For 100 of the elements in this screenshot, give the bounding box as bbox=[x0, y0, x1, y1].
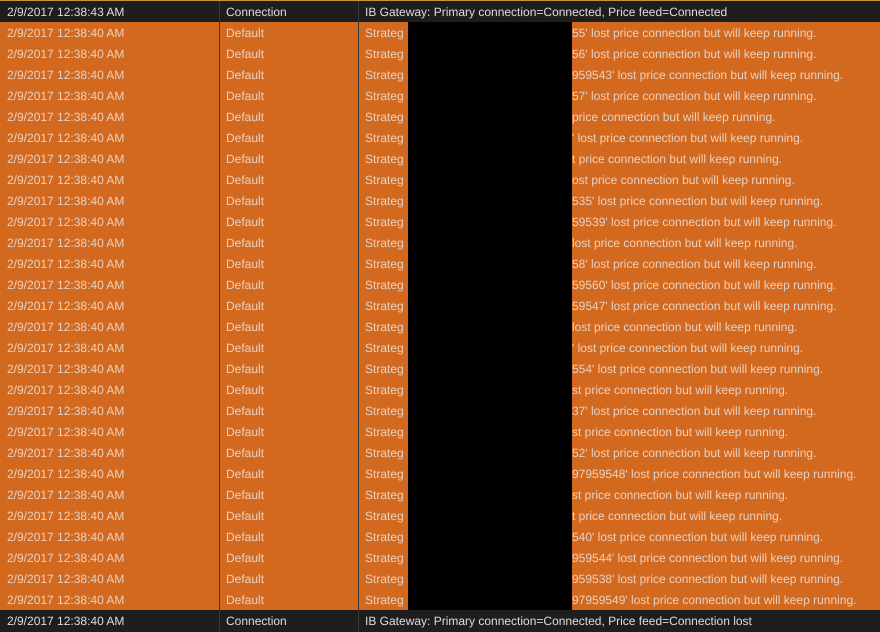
time-cell-text: 2/9/2017 12:38:40 AM bbox=[7, 592, 124, 608]
log-row[interactable]: 2/9/2017 12:38:40 AM Default Strateg 37' lost price connection but will keep running. bbox=[0, 400, 880, 421]
log-row[interactable]: 2/9/2017 12:38:40 AM Default Strateg 959544' lost price connection but will keep running. bbox=[0, 547, 880, 568]
log-row[interactable]: 2/9/2017 12:38:40 AM Default Strateg 52' lost price connection but will keep running. bbox=[0, 442, 880, 463]
message-cell-text: Strateg bbox=[365, 424, 405, 440]
time-cell-text: 2/9/2017 12:38:40 AM bbox=[7, 570, 124, 588]
message-cell-text: 540' lost price connection but will keep running. bbox=[572, 528, 824, 546]
time-cell-text: 2/9/2017 12:38:40 AM bbox=[7, 444, 124, 462]
message-cell-text: Strateg bbox=[365, 444, 405, 462]
message-cell-text: Strateg bbox=[365, 192, 405, 210]
message-cell-text: Strateg bbox=[365, 592, 405, 608]
message-cell-text: Strateg bbox=[365, 402, 405, 420]
category-cell-text: Default bbox=[226, 318, 264, 336]
message-cell-text: ' lost price connection but will keep running. bbox=[572, 340, 804, 356]
category-cell-text: Default bbox=[226, 528, 264, 546]
message-cell-text: Strateg bbox=[365, 108, 405, 126]
message-cell-text: 37' lost price connection but will keep running. bbox=[572, 402, 816, 420]
log-row[interactable]: 2/9/2017 12:38:40 AM Default Strateg st price connection but will keep running. bbox=[0, 484, 880, 505]
log-row[interactable]: 2/9/2017 12:38:40 AM Default Strateg 58' lost price connection but will keep running. bbox=[0, 253, 880, 274]
time-cell-text: 2/9/2017 12:38:40 AM bbox=[7, 340, 124, 356]
category-cell-text: Default bbox=[226, 570, 264, 588]
log-row[interactable]: 2/9/2017 12:38:40 AM Default Strateg ' lost price connection but will keep running. bbox=[0, 337, 880, 358]
message-cell-text: 554' lost price connection but will keep running. bbox=[572, 360, 824, 378]
message-cell-text: Strateg bbox=[365, 256, 405, 272]
time-cell-text: 2/9/2017 12:38:40 AM bbox=[7, 24, 124, 42]
message-cell-text: 959538' lost price connection but will keep running. bbox=[572, 570, 844, 588]
time-cell-text: 2/9/2017 12:38:40 AM bbox=[7, 382, 124, 398]
category-cell-text: Default bbox=[226, 424, 264, 440]
log-row[interactable]: 2/9/2017 12:38:40 AM Default Strateg 540' lost price connection but will keep running. bbox=[0, 526, 880, 547]
category-cell-text: Default bbox=[226, 360, 264, 378]
log-row[interactable]: 2/9/2017 12:38:40 AM Default Strateg 59539' lost price connection but will keep running. bbox=[0, 211, 880, 232]
time-cell-text: 2/9/2017 12:38:40 AM bbox=[7, 424, 124, 440]
message-cell-text: Strateg bbox=[365, 276, 405, 294]
log-row[interactable]: 2/9/2017 12:38:40 AM Default Strateg ost price connection but will keep running. bbox=[0, 169, 880, 190]
log-row[interactable]: 2/9/2017 12:38:40 AM Default Strateg lost price connection but will keep running. bbox=[0, 316, 880, 337]
log-row[interactable]: 2/9/2017 12:38:40 AM Default Strateg st price connection but will keep running. bbox=[0, 421, 880, 442]
log-row[interactable]: 2/9/2017 12:38:40 AM Default Strateg t price connection but will keep running. bbox=[0, 148, 880, 169]
category-cell-text: Default bbox=[226, 550, 264, 566]
time-cell-text: 2/9/2017 12:38:40 AM bbox=[7, 130, 124, 146]
message-cell-text: 52' lost price connection but will keep running. bbox=[572, 444, 816, 462]
log-row[interactable]: 2/9/2017 12:38:40 AM Default Strateg 57' lost price connection but will keep running. bbox=[0, 85, 880, 106]
message-cell-text: lost price connection but will keep running. bbox=[572, 234, 798, 252]
log-row[interactable]: 2/9/2017 12:38:40 AM Default Strateg 97959549' lost price connection but will keep running. bbox=[0, 589, 880, 610]
message-cell-text: Strateg bbox=[365, 466, 405, 482]
message-cell-text: Strateg bbox=[365, 234, 405, 252]
message-cell-text: 959543' lost price connection but will keep running. bbox=[572, 66, 844, 84]
message-cell-text: 59539' lost price connection but will keep running. bbox=[572, 214, 836, 230]
log-row[interactable]: 2/9/2017 12:38:40 AM Default Strateg 55' lost price connection but will keep running. bbox=[0, 22, 880, 43]
category-cell-text: Default bbox=[226, 276, 264, 294]
category-cell-text: Default bbox=[226, 340, 264, 356]
time-cell-text: 2/9/2017 12:38:40 AM bbox=[7, 256, 124, 272]
category-cell-text: Default bbox=[226, 402, 264, 420]
category-cell-text: Default bbox=[226, 444, 264, 462]
time-cell-text: 2/9/2017 12:38:40 AM bbox=[7, 360, 124, 378]
message-cell-text: Strateg bbox=[365, 508, 405, 524]
log-row[interactable]: 2/9/2017 12:38:40 AM Default Strateg 535' lost price connection but will keep running. bbox=[0, 190, 880, 211]
message-cell-text: Strateg bbox=[365, 298, 405, 314]
message-cell-text: 56' lost price connection but will keep running. bbox=[572, 46, 816, 62]
message-cell-text: t price connection but will keep running. bbox=[572, 508, 782, 524]
time-cell-text: 2/9/2017 12:38:43 AM bbox=[7, 4, 124, 20]
message-cell-text: Strateg bbox=[365, 382, 405, 398]
category-cell-text: Default bbox=[226, 150, 264, 168]
message-cell-text: 58' lost price connection but will keep running. bbox=[572, 256, 816, 272]
log-row[interactable]: 2/9/2017 12:38:40 AM Default Strateg 554' lost price connection but will keep running. bbox=[0, 358, 880, 379]
message-cell-text: Strateg bbox=[365, 214, 405, 230]
category-cell-text: Default bbox=[226, 214, 264, 230]
message-cell-text: IB Gateway: Primary connection=Connected, Price feed=Connection lost bbox=[365, 612, 752, 630]
log-row[interactable]: 2/9/2017 12:38:40 AM Default Strateg lost price connection but will keep running. bbox=[0, 232, 880, 253]
time-cell-text: 2/9/2017 12:38:40 AM bbox=[7, 298, 124, 314]
message-cell-text: Strateg bbox=[365, 24, 405, 42]
log-row[interactable]: 2/9/2017 12:38:40 AM Default Strateg 59547' lost price connection but will keep running. bbox=[0, 295, 880, 316]
category-cell-text: Default bbox=[226, 24, 264, 42]
log-row[interactable]: 2/9/2017 12:38:40 AM Default Strateg price connection but will keep running. bbox=[0, 106, 880, 127]
category-cell-text: Default bbox=[226, 172, 264, 188]
category-cell-text: Default bbox=[226, 130, 264, 146]
time-cell-text: 2/9/2017 12:38:40 AM bbox=[7, 46, 124, 62]
log-row[interactable]: 2/9/2017 12:38:40 AM Default Strateg 959543' lost price connection but will keep running. bbox=[0, 64, 880, 85]
message-cell-text: ' lost price connection but will keep running. bbox=[572, 130, 804, 146]
log-row[interactable]: 2/9/2017 12:38:40 AM Default Strateg t price connection but will keep running. bbox=[0, 505, 880, 526]
time-cell-text: 2/9/2017 12:38:40 AM bbox=[7, 234, 124, 252]
log-row[interactable]: 2/9/2017 12:38:40 AM Default Strateg 959538' lost price connection but will keep running. bbox=[0, 568, 880, 589]
message-cell-text: t price connection but will keep running. bbox=[572, 150, 782, 168]
message-cell-text: Strateg bbox=[365, 88, 405, 104]
log-row[interactable]: 2/9/2017 12:38:40 AM Default Strateg 56' lost price connection but will keep running. bbox=[0, 43, 880, 64]
message-cell-text: IB Gateway: Primary connection=Connected, Price feed=Connected bbox=[365, 4, 728, 20]
category-cell-text: Default bbox=[226, 592, 264, 608]
category-cell-text: Default bbox=[226, 466, 264, 482]
message-cell-text: 59560' lost price connection but will keep running. bbox=[572, 276, 836, 294]
log-row[interactable]: 2/9/2017 12:38:40 AM Default Strateg ' lost price connection but will keep running. bbox=[0, 127, 880, 148]
category-cell-text: Connection bbox=[226, 4, 287, 20]
message-cell-text: Strateg bbox=[365, 46, 405, 62]
time-cell-text: 2/9/2017 12:38:40 AM bbox=[7, 402, 124, 420]
log-row[interactable]: 2/9/2017 12:38:40 AM Default Strateg 59560' lost price connection but will keep running. bbox=[0, 274, 880, 295]
time-cell-text: 2/9/2017 12:38:40 AM bbox=[7, 318, 124, 336]
message-cell-text: Strateg bbox=[365, 318, 405, 336]
message-cell-text: Strateg bbox=[365, 528, 405, 546]
log-row[interactable]: 2/9/2017 12:38:40 AM Default Strateg 97959548' lost price connection but will keep running. bbox=[0, 463, 880, 484]
message-cell-text: 59547' lost price connection but will keep running. bbox=[572, 298, 836, 314]
log-row[interactable]: 2/9/2017 12:38:40 AM Default Strateg st price connection but will keep running. bbox=[0, 379, 880, 400]
category-cell-text: Default bbox=[226, 298, 264, 314]
